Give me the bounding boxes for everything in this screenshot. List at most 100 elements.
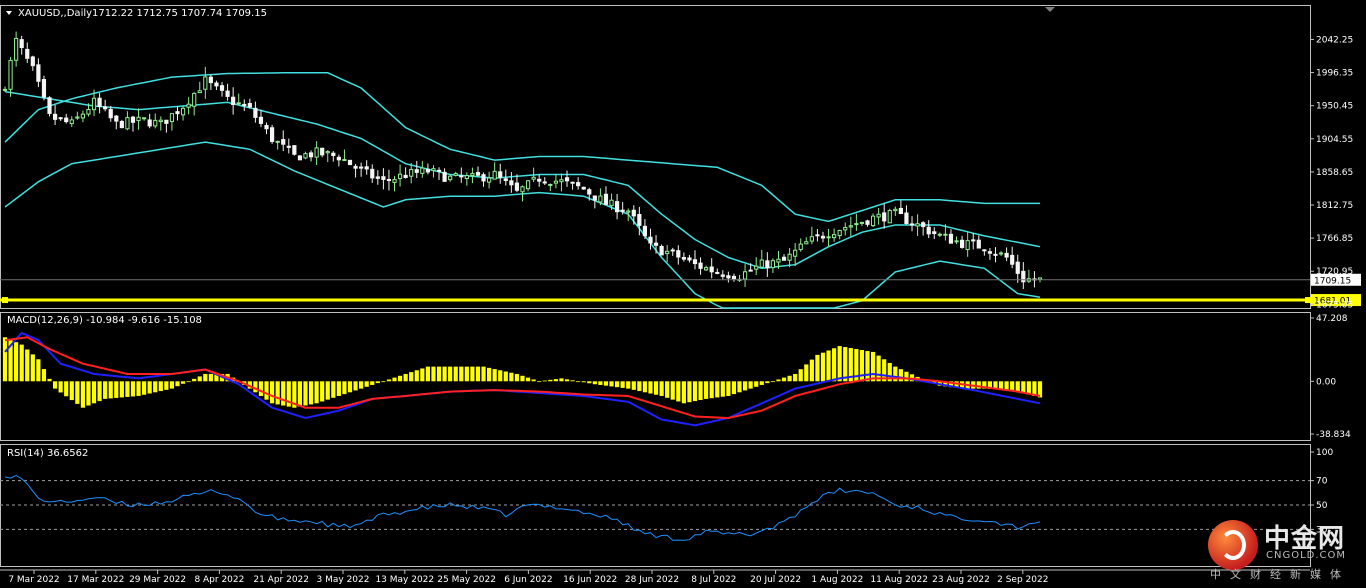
macd-bar [642, 381, 648, 393]
candle-body [876, 213, 881, 218]
macd-bar [381, 381, 386, 383]
date-tick-label: 8 Jul 2022 [691, 575, 736, 585]
macd-bar [637, 381, 642, 392]
candle-body [854, 223, 859, 226]
candle-body [609, 199, 614, 207]
date-tick-label: 7 Mar 2022 [8, 575, 59, 585]
candle-body [130, 116, 136, 123]
candle-body [509, 180, 514, 186]
candle-body [982, 249, 987, 252]
macd-bar [130, 381, 136, 397]
candle-body [414, 169, 419, 173]
macd-bar [192, 378, 197, 382]
candle-body [153, 119, 158, 127]
macd-bar [559, 378, 564, 382]
macd-bar [631, 381, 636, 390]
macd-tick-label: 0.00 [1316, 377, 1336, 387]
candle-body [943, 233, 948, 236]
macd-bar [47, 378, 52, 382]
price-tick-label: 1996.35 [1316, 69, 1353, 79]
candle-body [1037, 277, 1043, 280]
candle-body [208, 76, 213, 84]
macd-bar [336, 381, 341, 396]
macd-bar [30, 354, 35, 382]
candle-body [848, 225, 853, 228]
candle-body [470, 173, 475, 176]
candle-body [297, 155, 303, 161]
macd-bar [69, 381, 74, 401]
candle-body [642, 225, 648, 237]
macd-bar [91, 381, 97, 404]
macd-bar [403, 373, 408, 382]
macd-bar [169, 381, 175, 389]
candle-body [364, 166, 369, 170]
price-axis: 2042.25 1996.35 1950.45 1904.55 1858.65 1812.… [1310, 35, 1353, 310]
macd-bar [592, 381, 597, 385]
candle-body [904, 212, 909, 225]
candle-body [648, 236, 653, 244]
rsi-tick-label: 100 [1316, 448, 1333, 458]
candle-body [1010, 254, 1015, 265]
candle-body [832, 234, 837, 239]
macd-bar [431, 366, 436, 382]
candle-body [114, 115, 119, 122]
support-handle-right [1305, 297, 1311, 304]
macd-bar [503, 371, 508, 382]
macd-tick-label: 47.208 [1316, 314, 1348, 324]
macd-bar [492, 369, 497, 382]
candle-body [64, 117, 69, 123]
candle-body [342, 159, 347, 162]
macd-bar [14, 342, 19, 382]
macd-bar [320, 381, 325, 402]
macd-bar [715, 381, 720, 398]
macd-bar [626, 381, 631, 389]
candle-body [142, 117, 147, 120]
macd-bar [815, 354, 820, 382]
macd-bar [436, 366, 442, 382]
candle-body [303, 153, 308, 159]
macd-tick-label: -38.834 [1316, 430, 1351, 440]
macd-bar [208, 373, 213, 382]
macd-bar [770, 381, 776, 383]
macd-bar [331, 381, 336, 398]
macd-bar [2, 337, 8, 382]
macd-bar [698, 381, 703, 401]
macd-bar [375, 381, 380, 384]
macd-bar [870, 351, 876, 382]
macd-bar [253, 381, 258, 393]
macd-bar [425, 366, 431, 382]
candle-body [859, 221, 865, 224]
candle-body [30, 56, 35, 67]
candle-body [91, 97, 97, 111]
macd-bar [531, 379, 536, 382]
candle-body [620, 209, 625, 212]
candle-body [186, 103, 191, 108]
macd-bar [843, 347, 848, 382]
candle-body [837, 229, 842, 237]
candle-body [75, 116, 80, 119]
macd-bar [97, 381, 102, 402]
candle-body [359, 166, 364, 169]
candle-body [926, 226, 931, 235]
macd-bar [514, 373, 520, 382]
candle-body [453, 173, 458, 176]
macd-bar [681, 381, 686, 404]
candle-body [375, 176, 380, 179]
price-tick-label: 1766.85 [1316, 234, 1353, 244]
macd-bar [25, 349, 30, 382]
macd-bar [570, 380, 575, 382]
macd-bar [342, 381, 347, 395]
chart-canvas[interactable]: 1709.151681.01 2042.251996.351950.451904… [0, 0, 1366, 588]
candle-body [431, 168, 436, 172]
candle-body [475, 172, 481, 176]
candle-body [25, 48, 30, 59]
date-tick-label: 21 Apr 2022 [253, 575, 309, 585]
price-tick-label: 1812.75 [1316, 201, 1353, 211]
candle-body [225, 90, 230, 97]
candle-body [998, 252, 1004, 255]
candle-body [420, 167, 425, 174]
date-tick-label: 16 Jun 2022 [563, 575, 617, 585]
candle-body [676, 250, 681, 258]
macd-bar [759, 381, 764, 385]
candle-body [487, 177, 492, 183]
